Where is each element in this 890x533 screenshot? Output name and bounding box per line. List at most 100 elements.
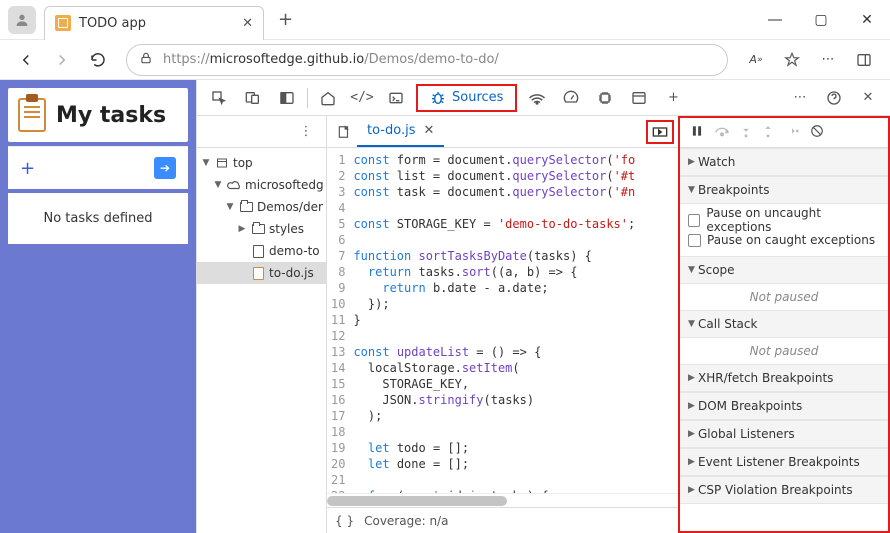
xhr-breakpoints-section[interactable]: ▶XHR/fetch Breakpoints (680, 364, 888, 392)
address-bar[interactable]: https:// microsoftedge.github.io /Demos/… (126, 44, 728, 76)
url-path: /Demos/demo-to-do/ (364, 52, 499, 67)
tree-demos-folder[interactable]: ▼Demos/der (197, 196, 326, 218)
application-tool-button[interactable] (625, 84, 653, 112)
todo-app-panel: My tasks + Add a task ➔ No tasks defined (0, 80, 196, 533)
close-file-icon[interactable]: ✕ (423, 123, 434, 138)
elements-tool-button[interactable]: </> (348, 84, 376, 112)
console-tool-button[interactable] (382, 84, 410, 112)
refresh-button[interactable] (82, 44, 114, 76)
file-tab-label: to-do.js (367, 123, 415, 138)
folder-icon (239, 200, 253, 214)
help-button[interactable] (820, 84, 848, 112)
empty-state-label: No tasks defined (8, 193, 188, 244)
deactivate-breakpoints-button[interactable] (810, 124, 824, 141)
window-icon (216, 157, 228, 169)
file-nav-button[interactable] (331, 119, 357, 145)
new-tab-button[interactable]: + (270, 9, 301, 30)
event-listener-section[interactable]: ▶Event Listener Breakpoints (680, 448, 888, 476)
tree-origin[interactable]: ▼microsoftedg (197, 174, 326, 196)
editor-pane: to-do.js ✕ 12345678910111213141516171819… (327, 116, 678, 533)
inspect-element-button[interactable] (205, 84, 233, 112)
debugger-toolbar (680, 118, 888, 148)
lock-icon (139, 51, 153, 69)
devtools-toolbar: </> Sources + ⋯ ✕ (197, 80, 890, 116)
line-gutter: 123456789101112131415161718192021222324 (327, 148, 353, 493)
browser-toolbar: https:// microsoftedge.github.io /Demos/… (0, 40, 890, 80)
code-content[interactable]: const form = document.querySelector('foc… (353, 148, 678, 493)
forward-button (46, 44, 78, 76)
step-over-button[interactable] (714, 124, 730, 141)
sources-tool-button[interactable]: Sources (416, 84, 517, 112)
close-window-button[interactable]: ✕ (844, 0, 890, 40)
more-tools-button[interactable]: + (659, 84, 687, 112)
bug-icon (430, 90, 446, 106)
devtools-more-button[interactable]: ⋯ (786, 84, 814, 112)
minimize-button[interactable]: ― (752, 0, 798, 40)
coverage-label: Coverage: n/a (364, 514, 448, 528)
network-tool-button[interactable] (523, 84, 551, 112)
tree-styles-folder[interactable]: ▶styles (197, 218, 326, 240)
file-tree[interactable]: ▼top ▼microsoftedg ▼Demos/der ▶styles de… (197, 148, 326, 533)
activity-bar-toggle[interactable] (273, 84, 301, 112)
navigator-more-button[interactable]: ⋮ (292, 118, 320, 146)
memory-tool-button[interactable] (591, 84, 619, 112)
tree-todo-js[interactable]: to-do.js (197, 262, 326, 284)
debugger-pane: ▶Watch ▼Breakpoints Pause on uncaught ex… (678, 116, 890, 533)
add-task-button[interactable]: + Add a task ➔ (8, 146, 188, 189)
window-titlebar: TODO app ✕ + ― ▢ ✕ (0, 0, 890, 40)
status-bar: { } Coverage: n/a (327, 507, 678, 533)
toggle-debugger-button[interactable] (646, 120, 674, 144)
cloud-icon (227, 178, 241, 192)
file-icon (251, 244, 265, 258)
folder-icon (251, 222, 265, 236)
pause-button[interactable] (690, 124, 704, 141)
horizontal-scrollbar[interactable] (327, 493, 678, 507)
browser-tab[interactable]: TODO app ✕ (44, 6, 264, 40)
sources-label: Sources (452, 90, 503, 105)
breakpoints-section[interactable]: ▼Breakpoints (680, 176, 888, 204)
scope-not-paused: Not paused (680, 284, 888, 310)
read-aloud-button[interactable]: A» (740, 44, 772, 76)
watch-section[interactable]: ▶Watch (680, 148, 888, 176)
clipboard-icon (18, 98, 46, 132)
app-title: My tasks (56, 103, 166, 128)
url-protocol: https:// (163, 52, 210, 67)
step-button[interactable] (784, 125, 800, 140)
editor-file-tab[interactable]: to-do.js ✕ (357, 117, 444, 147)
profile-button[interactable] (8, 6, 36, 34)
tree-top[interactable]: ▼top (197, 152, 326, 174)
devtools-panel: </> Sources + ⋯ ✕ ⋮ ▼top ▼microsoftedg (196, 80, 890, 533)
plus-icon: + (20, 158, 35, 179)
code-editor[interactable]: 123456789101112131415161718192021222324 … (327, 148, 678, 493)
performance-tool-button[interactable] (557, 84, 585, 112)
devtools-close-button[interactable]: ✕ (854, 84, 882, 112)
more-button[interactable]: ⋯ (812, 44, 844, 76)
person-icon (14, 12, 30, 28)
add-task-label: Add a task (41, 163, 110, 178)
tab-favicon (55, 15, 71, 31)
navigator-pane: ⋮ ▼top ▼microsoftedg ▼Demos/der ▶styles … (197, 116, 327, 533)
pause-uncaught-checkbox[interactable]: Pause on uncaught exceptions (688, 210, 880, 230)
favorite-button[interactable] (776, 44, 808, 76)
tab-title: TODO app (79, 16, 234, 31)
split-screen-button[interactable] (848, 44, 880, 76)
step-into-button[interactable] (740, 124, 752, 141)
callstack-not-paused: Not paused (680, 338, 888, 364)
step-out-button[interactable] (762, 124, 774, 141)
welcome-tool-button[interactable] (314, 84, 342, 112)
submit-arrow-icon[interactable]: ➔ (154, 157, 176, 179)
file-icon (251, 266, 265, 280)
scope-section[interactable]: ▼Scope (680, 256, 888, 284)
maximize-button[interactable]: ▢ (798, 0, 844, 40)
tab-close-icon[interactable]: ✕ (242, 16, 253, 31)
dom-breakpoints-section[interactable]: ▶DOM Breakpoints (680, 392, 888, 420)
braces-icon[interactable]: { } (335, 514, 354, 528)
url-domain: microsoftedge.github.io (210, 52, 365, 67)
call-stack-section[interactable]: ▼Call Stack (680, 310, 888, 338)
device-emulation-button[interactable] (239, 84, 267, 112)
tree-demo-html[interactable]: demo-to (197, 240, 326, 262)
global-listeners-section[interactable]: ▶Global Listeners (680, 420, 888, 448)
back-button[interactable] (10, 44, 42, 76)
csp-breakpoints-section[interactable]: ▶CSP Violation Breakpoints (680, 476, 888, 504)
pause-caught-checkbox[interactable]: Pause on caught exceptions (688, 230, 880, 250)
